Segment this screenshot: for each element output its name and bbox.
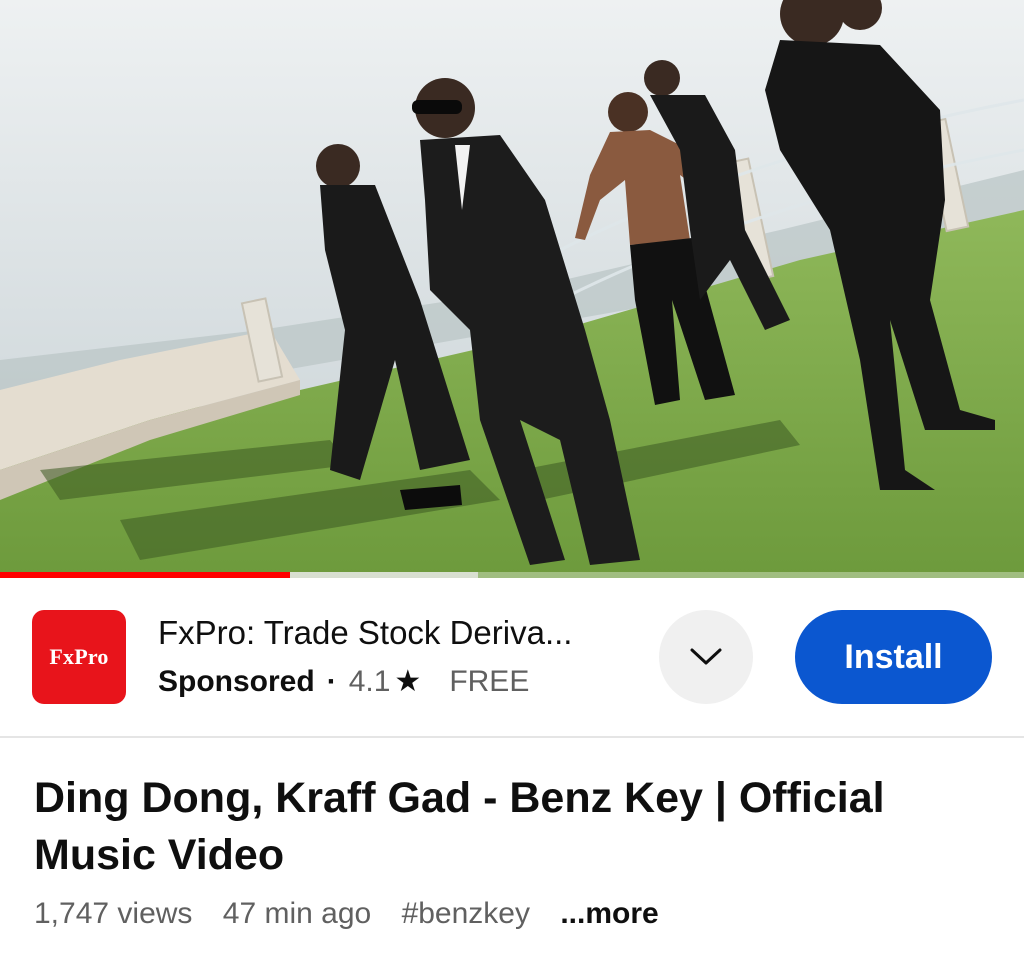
sponsored-ad-card[interactable]: FxPro FxPro: Trade Stock Deriva... Spons… <box>0 578 1024 736</box>
ad-price: FREE <box>449 664 530 698</box>
divider <box>0 736 1024 738</box>
ad-app-logo[interactable]: FxPro <box>32 610 126 704</box>
ad-title[interactable]: FxPro: Trade Stock Deriva... <box>158 614 572 652</box>
video-watch-page: FxPro FxPro: Trade Stock Deriva... Spons… <box>0 0 1024 956</box>
ad-meta: Sponsored · 4.1 ★ FREE <box>158 664 529 699</box>
ad-rating: 4.1 <box>348 664 391 698</box>
video-player[interactable] <box>0 0 1024 578</box>
sponsored-label: Sponsored <box>158 664 315 698</box>
meta-separator: · <box>326 664 337 698</box>
install-button[interactable]: Install <box>795 610 992 704</box>
video-title[interactable]: Ding Dong, Kraff Gad - Benz Key | Offici… <box>34 770 994 884</box>
upload-age: 47 min ago <box>222 897 372 930</box>
hashtag-link[interactable]: #benzkey <box>402 897 530 930</box>
view-count: 1,747 views <box>34 897 193 930</box>
video-meta[interactable]: 1,747 views 47 min ago #benzkey ...more <box>34 897 681 931</box>
ad-logo-text: FxPro <box>49 644 109 669</box>
chevron-down-icon <box>690 648 722 665</box>
video-frame <box>0 0 1024 578</box>
star-icon: ★ <box>394 665 422 698</box>
more-link[interactable]: ...more <box>560 897 658 930</box>
expand-ad-button[interactable] <box>659 610 753 704</box>
